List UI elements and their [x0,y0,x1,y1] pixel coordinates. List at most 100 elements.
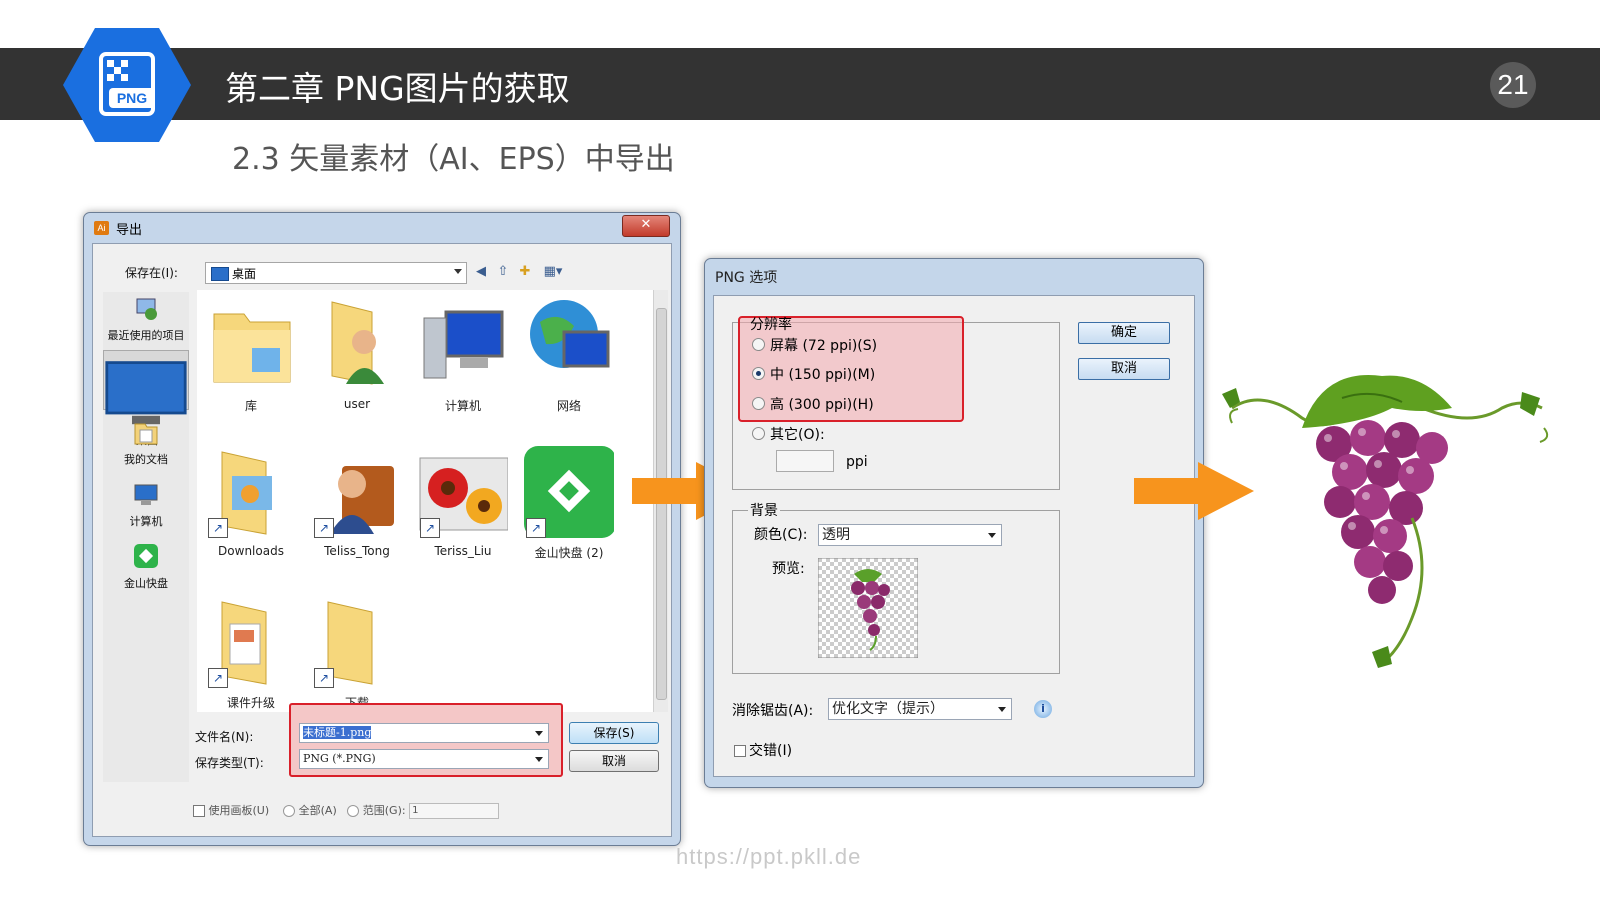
shortcut-arrow-icon: ↗ [314,518,334,538]
range-input[interactable]: 1 [409,803,500,819]
resolution-medium-option[interactable]: 中 (150 ppi)(M) [752,364,875,384]
file-item[interactable]: 计算机 [413,296,513,414]
interlace-checkbox[interactable] [734,745,746,757]
resolution-group-label: 分辨率 [750,317,792,333]
ok-button[interactable]: 确定 [1078,322,1170,344]
kuaipan-icon [134,544,158,568]
place-computer[interactable]: 计算机 [103,482,189,529]
file-label: Teriss_Liu [434,544,492,558]
png-dialog-title: PNG 选项 [715,270,778,286]
resolution-screen-option[interactable]: 屏幕 (72 ppi)(S) [752,335,877,355]
option-label: 中 (150 ppi)(M) [770,367,876,383]
chevron-down-icon [535,731,543,736]
places-bar: 最近使用的项目 桌面 我的文档 计算机 金山快盘 [103,292,189,782]
file-label: Teliss_Tong [324,544,390,558]
chevron-down-icon [535,757,543,762]
option-label: 屏幕 (72 ppi)(S) [770,338,878,354]
downloads-shortcut-icon: ↗ [206,446,296,538]
file-item[interactable]: ↗ 课件升级 [201,596,301,711]
shortcut-arrow-icon: ↗ [208,518,228,538]
back-icon[interactable]: ◀ [473,264,489,280]
flowers-shortcut-icon: ↗ [418,446,509,538]
place-kuaipan[interactable]: 金山快盘 [103,544,189,591]
range-radio[interactable] [347,805,360,817]
place-label: 我的文档 [124,453,168,466]
save-in-value: 桌面 [232,267,257,281]
resolution-high-option[interactable]: 高 (300 ppi)(H) [752,394,874,414]
illustrator-app-icon: Ai [94,221,109,235]
filetype-value: PNG (*.PNG) [303,752,376,765]
color-select[interactable]: 透明 [818,524,1002,546]
radio-icon [752,338,765,351]
computer-icon [134,484,158,505]
save-in-label: 保存在(I): [125,266,178,280]
file-item[interactable]: ↗ 金山快盘 (2) [519,446,619,561]
documents-icon [134,423,158,445]
close-button[interactable]: ✕ [622,215,670,237]
radio-icon [752,397,765,410]
cancel-button[interactable]: 取消 [569,750,659,772]
option-label: 高 (300 ppi)(H) [770,397,874,413]
file-label: user [343,397,371,411]
grape-preview-image [818,558,918,658]
user-folder-icon [331,301,384,385]
filename-input[interactable]: 未标题-1.png [299,723,549,743]
use-artboards-label: 使用画板(U) [208,804,270,817]
radio-checked-icon [752,367,765,380]
file-item[interactable]: 网络 [519,296,619,414]
shortcut-arrow-icon: ↗ [420,518,440,538]
filename-label: 文件名(N): [195,730,254,744]
shortcut-arrow-icon: ↗ [526,518,546,538]
file-label: Downloads [218,544,284,558]
export-dialog-body: 保存在(I): 桌面 ◀ ⇧ ✚ ▦▾ 最近使用的项目 桌面 我的文档 [92,243,672,837]
chapter-title: 第二章 PNG图片的获取 [225,69,570,108]
save-in-dropdown[interactable]: 桌面 [205,262,467,284]
antialias-select[interactable]: 优化文字（提示） [828,698,1012,720]
png-logo-icon: PNG [63,28,191,142]
desktop-icon [105,361,187,425]
export-dialog-title: 导出 [116,223,143,238]
preview-label: 预览: [772,561,805,577]
grape-bunch-image [1222,375,1549,668]
resolution-other-option[interactable]: 其它(O): [752,424,825,444]
up-folder-icon[interactable]: ⇧ [495,264,511,280]
interlace-label: 交错(I) [749,743,793,759]
place-documents[interactable]: 我的文档 [103,420,189,467]
recent-items-icon [136,298,157,320]
export-titlebar[interactable]: Ai 导出 ✕ [84,213,680,243]
folder-shortcut-icon: ↗ [312,596,402,688]
all-radio[interactable] [283,805,296,817]
cancel-button[interactable]: 取消 [1078,358,1170,380]
other-ppi-input[interactable] [776,450,834,472]
page-number: 21 [1490,62,1536,108]
section-title: 2.3 矢量素材（AI、EPS）中导出 [232,142,675,177]
option-label: 其它(O): [770,427,825,443]
file-item[interactable]: 库 [201,296,301,414]
file-list[interactable]: 库 user 计算机 网络 ↗ Downloads ↗ Teliss_Tong … [197,290,653,712]
place-desktop[interactable]: 桌面 [103,350,189,447]
desktop-icon [211,267,229,281]
file-item[interactable]: ↗ Teriss_Liu [413,446,513,558]
background-group-label: 背景 [748,500,780,520]
filetype-select[interactable]: PNG (*.PNG) [299,749,549,769]
user-shortcut-icon: ↗ [312,446,402,538]
file-label: 计算机 [444,399,481,413]
file-item[interactable]: ↗ Downloads [201,446,301,558]
file-item[interactable]: ↗ Teliss_Tong [307,446,407,558]
interlace-option[interactable]: 交错(I) [734,740,792,760]
file-item[interactable]: ↗ 下载 [307,596,407,711]
file-item[interactable]: user [307,296,407,411]
filename-value: 未标题-1.png [303,726,372,739]
view-menu-icon[interactable]: ▦▾ [541,264,565,280]
chevron-down-icon [988,533,996,538]
place-label: 计算机 [129,515,163,528]
logo-text: PNG [117,90,147,106]
save-button[interactable]: 保存(S) [569,722,659,744]
new-folder-icon[interactable]: ✚ [517,264,533,280]
folder-shortcut-icon: ↗ [206,596,296,688]
use-artboards-checkbox[interactable] [193,805,205,817]
artboard-options: 使用画板(U) 全部(A) 范围(G): 1 [193,802,653,822]
info-icon[interactable]: i [1034,700,1052,718]
place-recent[interactable]: 最近使用的项目 [103,296,189,343]
radio-icon [752,427,765,440]
